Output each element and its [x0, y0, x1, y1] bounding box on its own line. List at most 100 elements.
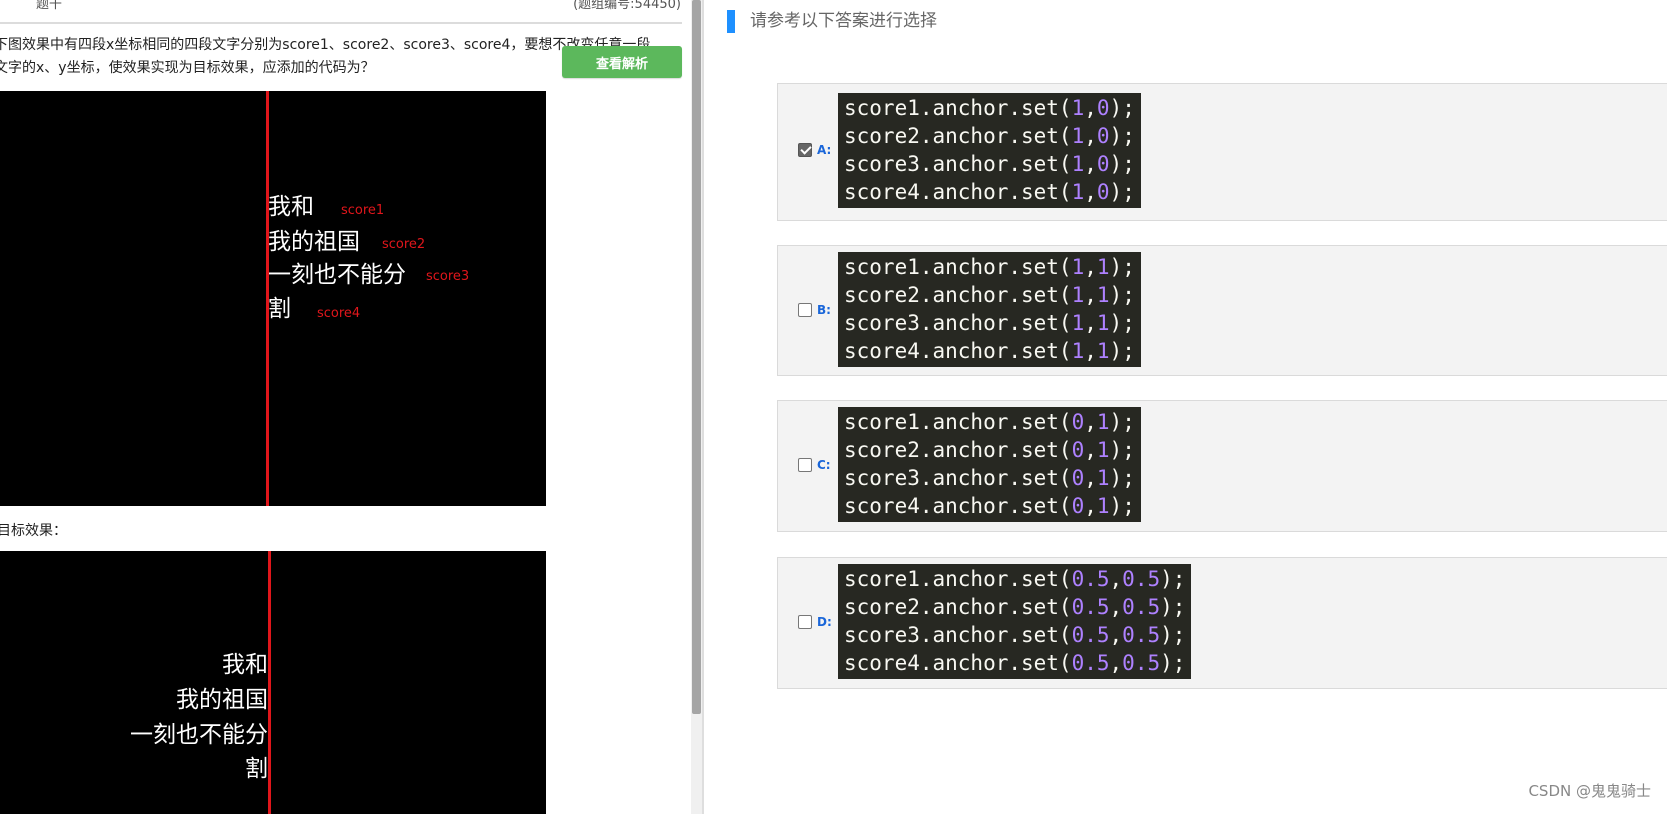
canvas-line-3: 一刻也不能分	[268, 262, 406, 288]
scrollbar-thumb[interactable]	[692, 0, 701, 714]
code-line: score1.anchor.set(0,1);	[844, 408, 1135, 436]
option-a[interactable]: A: score1.anchor.set(1,0); score2.anchor.…	[777, 83, 1667, 221]
code-comma: ,	[1084, 410, 1097, 434]
code-close: );	[1109, 152, 1135, 176]
code-comma: ,	[1084, 255, 1097, 279]
canvas-line-4: 割	[245, 756, 268, 782]
code-comma: ,	[1109, 623, 1123, 647]
option-b-code: score1.anchor.set(1,1); score2.anchor.set…	[838, 252, 1141, 367]
view-analysis-button[interactable]: 查看解析	[562, 46, 682, 78]
code-close: );	[1109, 466, 1135, 490]
code-close: );	[1109, 255, 1135, 279]
anchor-x-value: 1	[1071, 255, 1085, 279]
header-divider	[0, 22, 682, 24]
canvas-label-score2: score2	[382, 237, 426, 252]
anchor-x-value: 1	[1071, 311, 1085, 335]
canvas-label-score1: score1	[341, 203, 385, 218]
anchor-x-value: 1	[1071, 96, 1085, 120]
option-b-letter: B:	[817, 303, 831, 317]
code-call: score3.anchor.set(	[844, 466, 1072, 490]
anchor-x-value: 1	[1071, 124, 1085, 148]
anchor-y-value: 0	[1096, 180, 1110, 204]
code-comma: ,	[1084, 124, 1097, 148]
anchor-y-value: 1	[1096, 339, 1110, 363]
code-line: score4.anchor.set(0.5,0.5);	[844, 649, 1185, 677]
code-comma: ,	[1084, 152, 1097, 176]
anchor-x-value: 0	[1071, 494, 1085, 518]
code-call: score4.anchor.set(	[844, 651, 1072, 675]
option-a-letter: A:	[817, 143, 832, 157]
question-header-title: 题干	[36, 0, 63, 12]
anchor-y-value: 0	[1096, 96, 1110, 120]
canvas-line-1: 我和	[222, 652, 268, 678]
option-c-checkbox[interactable]	[798, 458, 812, 472]
code-comma: ,	[1084, 283, 1097, 307]
code-close: );	[1109, 96, 1135, 120]
code-line: score2.anchor.set(1,1);	[844, 281, 1135, 309]
option-c[interactable]: C: score1.anchor.set(0,1); score2.anchor.…	[777, 400, 1667, 532]
code-line: score3.anchor.set(1,1);	[844, 309, 1135, 337]
code-comma: ,	[1084, 180, 1097, 204]
code-close: );	[1109, 124, 1135, 148]
option-b-checkbox[interactable]	[798, 303, 812, 317]
code-close: );	[1109, 311, 1135, 335]
code-line: score2.anchor.set(0.5,0.5);	[844, 593, 1185, 621]
code-comma: ,	[1109, 567, 1123, 591]
option-d[interactable]: D: score1.anchor.set(0.5,0.5); score2.anc…	[777, 557, 1667, 689]
canvas-line-2: 我的祖国	[176, 687, 268, 713]
code-call: score3.anchor.set(	[844, 311, 1072, 335]
code-comma: ,	[1109, 595, 1123, 619]
question-pane: 题干 (题组编号:54450) 下图效果中有四段x坐标相同的四段文字分别为sco…	[0, 0, 691, 814]
code-line: score2.anchor.set(0,1);	[844, 436, 1135, 464]
code-call: score2.anchor.set(	[844, 124, 1072, 148]
anchor-x-value: 1	[1071, 152, 1085, 176]
canvas-label-score3: score3	[426, 269, 470, 284]
answer-prompt-title: 请参考以下答案进行选择	[750, 11, 937, 31]
csdn-watermark: CSDN @鬼鬼骑士	[1528, 782, 1651, 800]
anchor-y-value: 1	[1096, 438, 1110, 462]
anchor-y-value: 1	[1096, 466, 1110, 490]
code-call: score2.anchor.set(	[844, 595, 1072, 619]
option-d-code: score1.anchor.set(0.5,0.5); score2.anchor…	[838, 564, 1192, 679]
code-comma: ,	[1084, 311, 1097, 335]
code-line: score4.anchor.set(1,1);	[844, 337, 1135, 365]
anchor-x-value: 0.5	[1071, 595, 1110, 619]
code-comma: ,	[1084, 339, 1097, 363]
left-pane-scrollbar[interactable]	[691, 0, 702, 814]
anchor-y-value: 1	[1096, 494, 1110, 518]
anchor-y-value: 0	[1096, 152, 1110, 176]
code-call: score3.anchor.set(	[844, 623, 1072, 647]
canvas-line-3: 一刻也不能分	[130, 722, 268, 748]
code-comma: ,	[1109, 651, 1123, 675]
answer-pane: 请参考以下答案进行选择 A: score1.anchor.set(1,0); sc…	[704, 0, 1667, 814]
anchor-y-value: 0.5	[1122, 595, 1161, 619]
anchor-x-value: 0	[1071, 410, 1085, 434]
option-b[interactable]: B: score1.anchor.set(1,1); score2.anchor.…	[777, 245, 1667, 376]
code-close: );	[1109, 283, 1135, 307]
anchor-x-value: 0	[1071, 438, 1085, 462]
option-d-letter: D:	[817, 615, 832, 629]
code-close: );	[1109, 410, 1135, 434]
code-close: );	[1109, 438, 1135, 462]
code-close: );	[1160, 623, 1186, 647]
anchor-y-value: 0.5	[1122, 651, 1161, 675]
code-call: score3.anchor.set(	[844, 152, 1072, 176]
anchor-x-value: 1	[1071, 283, 1085, 307]
code-call: score1.anchor.set(	[844, 567, 1072, 591]
code-line: score4.anchor.set(0,1);	[844, 492, 1135, 520]
code-comma: ,	[1084, 466, 1097, 490]
option-d-checkbox[interactable]	[798, 615, 812, 629]
code-close: );	[1160, 595, 1186, 619]
target-effect-image: 我和 我的祖国 一刻也不能分 割	[0, 551, 546, 814]
anchor-y-value: 0	[1096, 124, 1110, 148]
initial-effect-image: 我和 score1 我的祖国 score2 一刻也不能分 score3 割 sc…	[0, 91, 546, 506]
target-effect-label: 目标效果：	[0, 523, 67, 539]
canvas-line-2: 我的祖国	[268, 229, 360, 255]
anchor-y-value: 1	[1096, 255, 1110, 279]
canvas-line-1: 我和	[268, 194, 314, 220]
anchor-x-value: 0	[1071, 466, 1085, 490]
option-a-code: score1.anchor.set(1,0); score2.anchor.set…	[838, 93, 1141, 208]
code-call: score4.anchor.set(	[844, 180, 1072, 204]
code-close: );	[1160, 651, 1186, 675]
option-a-checkbox[interactable]	[798, 143, 812, 157]
